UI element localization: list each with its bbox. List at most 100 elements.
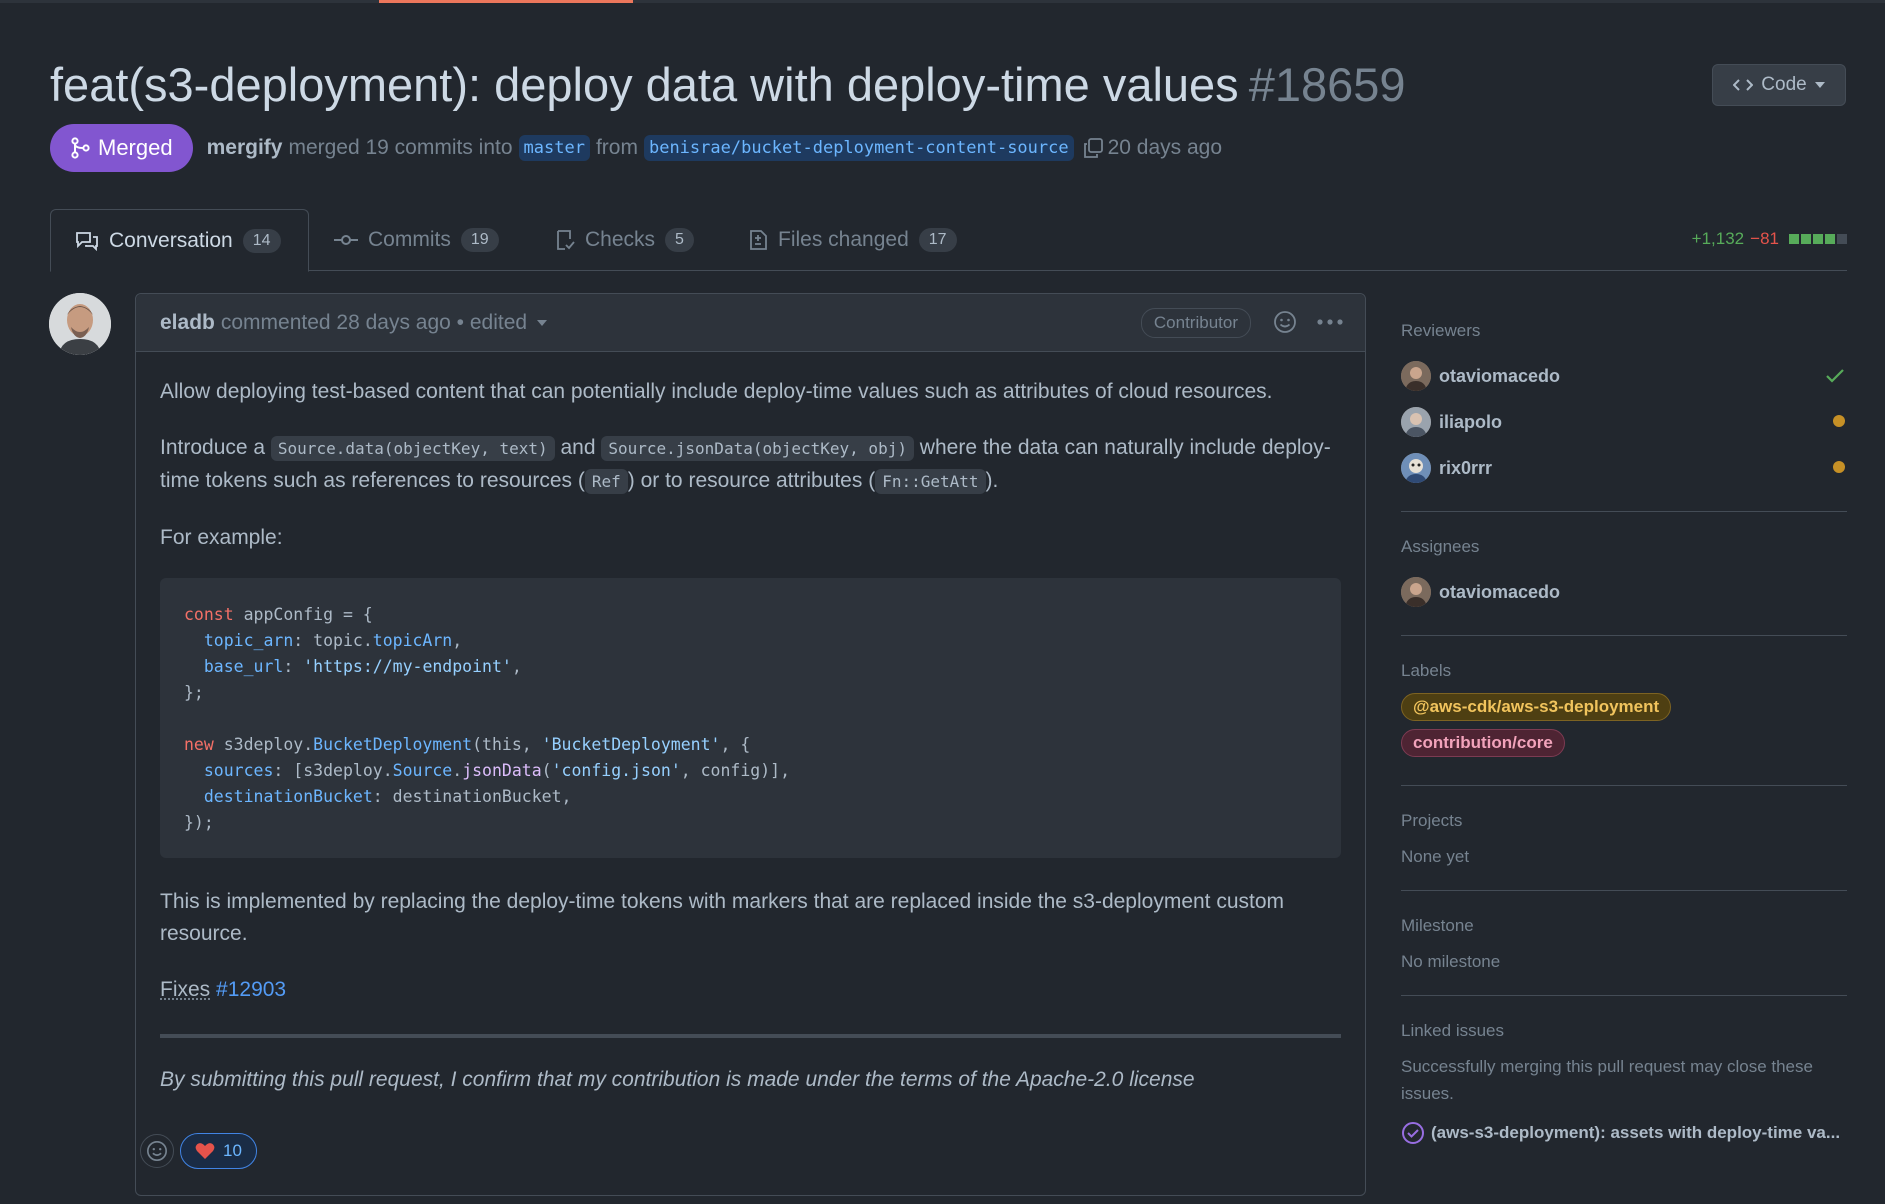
- base-branch[interactable]: master: [518, 135, 590, 161]
- smiley-icon[interactable]: [1273, 310, 1297, 334]
- merger-link[interactable]: mergify: [207, 136, 283, 160]
- code-token: const: [184, 605, 234, 624]
- code-token: appConfig = {: [233, 605, 373, 624]
- divider: [160, 1034, 1341, 1038]
- deletions-count: −81: [1750, 229, 1779, 248]
- tab-files-changed[interactable]: Files changed 17: [748, 209, 957, 271]
- linked-issue-item[interactable]: (aws-s3-deployment): assets with deploy-…: [1401, 1121, 1847, 1145]
- chevron-down-icon: [1814, 82, 1825, 88]
- paragraph-1: Allow deploying test-based content that …: [160, 380, 1273, 403]
- pr-tabs: Conversation 14 Commits 19 Checks 5 File…: [50, 209, 1847, 272]
- avatar: [1401, 453, 1431, 483]
- reviewer-item[interactable]: rix0rrr: [1401, 445, 1847, 491]
- git-merge-icon: [71, 137, 90, 159]
- user-avatar-image: [49, 293, 111, 355]
- milestone-value: No milestone: [1401, 952, 1501, 971]
- diffstat-bars: [1789, 234, 1847, 244]
- code-token: destinationBucket: [203, 787, 373, 806]
- label-badge[interactable]: @aws-cdk/aws-s3-deployment: [1401, 693, 1672, 721]
- avatar: [1401, 361, 1431, 391]
- reviewer-name: iliapolo: [1439, 411, 1502, 432]
- code-token: topic_arn: [203, 631, 294, 650]
- linked-issues-section: Linked issues Successfully merging this …: [1401, 996, 1847, 1165]
- tab-label: Commits: [368, 228, 451, 251]
- tab-commits[interactable]: Commits 19: [334, 209, 499, 271]
- code-token: });: [184, 813, 214, 832]
- comment-header: eladb commented 28 days ago • edited Con…: [136, 294, 1365, 352]
- comment-author[interactable]: eladb: [160, 311, 215, 335]
- text: ) or to resource attributes (: [627, 469, 876, 492]
- code-token: ,: [452, 631, 463, 650]
- kebab-horizontal-icon[interactable]: [1317, 318, 1343, 326]
- tab-label: Conversation: [109, 228, 233, 252]
- checklist-icon: [557, 230, 575, 250]
- milestone-section: Milestone No milestone: [1401, 891, 1847, 996]
- milestone-title[interactable]: Milestone: [1401, 916, 1847, 936]
- merged-status-badge: Merged: [50, 124, 193, 172]
- avatar[interactable]: [49, 293, 111, 355]
- projects-value: None yet: [1401, 847, 1470, 866]
- pr-number: #18659: [1248, 58, 1406, 111]
- smiley-icon: [147, 1141, 167, 1161]
- code-token: : destinationBucket,: [372, 787, 572, 806]
- code-token: sources: [203, 761, 274, 780]
- reviewer-name: rix0rrr: [1439, 457, 1493, 478]
- assignees-title[interactable]: Assignees: [1401, 537, 1847, 557]
- reviewers-title[interactable]: Reviewers: [1401, 321, 1847, 341]
- code-token: (: [541, 761, 552, 780]
- commit-icon: [334, 235, 358, 245]
- reaction-count: 10: [223, 1141, 242, 1160]
- code-token: s3deploy.: [213, 735, 314, 754]
- reviewer-item[interactable]: iliapolo: [1401, 399, 1847, 445]
- labels-section: Labels @aws-cdk/aws-s3-deployment contri…: [1401, 636, 1847, 786]
- reviewer-item[interactable]: otaviomacedo: [1401, 353, 1847, 399]
- active-nav-indicator: [379, 0, 633, 3]
- text: and: [554, 436, 602, 459]
- linked-issues-title[interactable]: Linked issues: [1401, 1021, 1847, 1041]
- text: Introduce a: [160, 436, 271, 459]
- avatar: [1401, 407, 1431, 437]
- code-token: (this,: [472, 735, 542, 754]
- issue-closed-icon: [1402, 1122, 1424, 1144]
- copy-icon[interactable]: [1082, 137, 1104, 159]
- code-button[interactable]: Code: [1712, 64, 1846, 106]
- reviewers-section: Reviewers otaviomacedo iliapolo rix0rrr: [1401, 293, 1847, 512]
- pending-review-dot: [1833, 461, 1845, 473]
- heart-reaction-button[interactable]: 10: [180, 1133, 257, 1169]
- issue-link[interactable]: #12903: [216, 978, 286, 1001]
- heart-icon: [195, 1143, 215, 1159]
- tab-counter: 19: [460, 228, 499, 252]
- projects-section: Projects None yet: [1401, 786, 1847, 891]
- tab-checks[interactable]: Checks 5: [555, 209, 694, 271]
- merge-description: merged 19 commits into: [288, 136, 513, 159]
- license-statement: By submitting this pull request, I confi…: [160, 1068, 1195, 1091]
- reactions-bar: 10: [140, 1133, 257, 1169]
- pr-title: feat(s3-deployment): deploy data with de…: [50, 56, 1406, 114]
- from-text: from: [595, 136, 638, 159]
- projects-title[interactable]: Projects: [1401, 811, 1847, 831]
- avatar: [1401, 577, 1431, 607]
- code-button-label: Code: [1761, 74, 1807, 95]
- linked-issues-description: Successfully merging this pull request m…: [1401, 1057, 1813, 1103]
- add-reaction-button[interactable]: [140, 1134, 174, 1168]
- code-token: : topic.: [293, 631, 373, 650]
- pr-description-comment: eladb commented 28 days ago • edited Con…: [135, 293, 1366, 1196]
- diffstat: +1,132 −81: [1692, 229, 1847, 249]
- comment-actions: [1273, 310, 1343, 334]
- label-badge[interactable]: contribution/core: [1401, 729, 1565, 757]
- pr-title-text: feat(s3-deployment): deploy data with de…: [50, 58, 1239, 111]
- tab-label: Checks: [585, 228, 656, 251]
- assignee-item[interactable]: otaviomacedo: [1401, 569, 1847, 615]
- file-diff-icon: [750, 230, 767, 250]
- labels-title[interactable]: Labels: [1401, 661, 1847, 681]
- status-label: Merged: [98, 135, 173, 160]
- code-token: topicArn: [372, 631, 453, 650]
- edit-history-dropdown-icon[interactable]: [537, 319, 548, 326]
- head-branch[interactable]: benisrae/bucket-deployment-content-sourc…: [643, 135, 1074, 161]
- tab-conversation[interactable]: Conversation 14: [50, 209, 309, 272]
- paragraph-2: Introduce a Source.data(objectKey, text)…: [160, 432, 1341, 498]
- assignee-name: otaviomacedo: [1439, 581, 1561, 602]
- additions-count: +1,132: [1691, 229, 1745, 248]
- inline-code: Source.data(objectKey, text): [270, 436, 555, 461]
- code-token: .: [452, 761, 463, 780]
